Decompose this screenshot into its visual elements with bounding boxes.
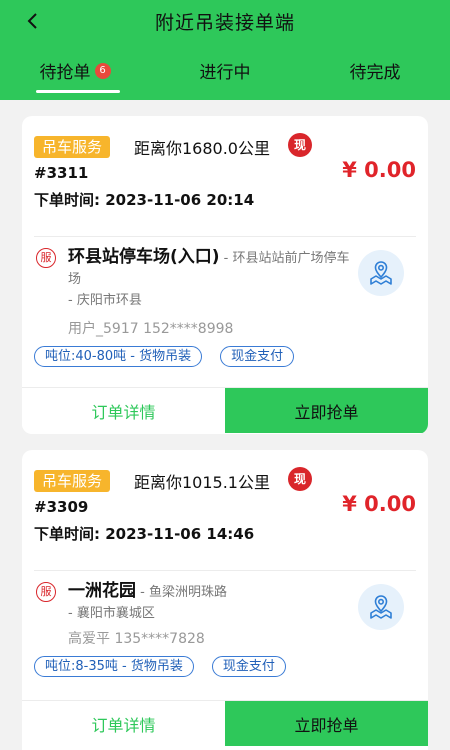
service-badge-icon: 服	[36, 248, 56, 268]
map-pin-icon	[370, 261, 392, 285]
cash-badge: 现	[288, 133, 312, 157]
tab-in-progress[interactable]: 进行中	[150, 52, 300, 96]
tonnage-chip: 吨位:40-80吨 - 货物吊装	[34, 346, 203, 367]
tab-label: 待抢单	[39, 63, 91, 83]
order-number: #3311	[34, 164, 89, 182]
order-card: 吊车服务 距离你1015.1公里 现 ¥ 0.00 #3309 下单时间: 20…	[22, 450, 428, 750]
address-main: 环县站停车场(入口)	[68, 247, 220, 267]
distance-text: 距离你1680.0公里	[134, 139, 270, 158]
tab-label: 待完成	[349, 63, 401, 83]
page-title: 附近吊装接单端	[154, 12, 295, 34]
count-badge: 6	[94, 63, 111, 79]
order-detail-button[interactable]: 订单详情	[22, 388, 225, 433]
order-tags: 吨位:40-80吨 - 货物吊装 现金支付	[34, 346, 295, 367]
order-time: 下单时间: 2023-11-06 20:14	[34, 191, 255, 209]
address-main: 一洲花园	[68, 581, 136, 601]
address-city: - 庆阳市环县	[68, 293, 142, 308]
service-tag: 吊车服务	[34, 136, 111, 158]
order-number: #3309	[34, 498, 89, 516]
app-header: 附近吊装接单端 待抢单 6 进行中 待完成	[0, 0, 450, 100]
order-time: 下单时间: 2023-11-06 14:46	[34, 525, 255, 543]
grab-order-button[interactable]: 立即抢单	[225, 388, 428, 433]
address-block: 环县站停车场(入口) - 环县站站前广场停车场 - 庆阳市环县	[68, 247, 358, 311]
grab-order-button[interactable]: 立即抢单	[225, 701, 428, 746]
divider	[34, 236, 416, 237]
order-actions: 订单详情 立即抢单	[22, 387, 428, 433]
map-pin-icon	[370, 595, 392, 619]
map-location-button[interactable]	[358, 584, 404, 630]
address-block: 一洲花园 - 鱼梁洲明珠路 - 襄阳市襄城区	[68, 581, 358, 624]
active-tab-indicator	[36, 90, 120, 93]
address-detail: - 鱼梁洲明珠路	[136, 585, 227, 600]
customer-info: 高爱平 135****7828	[68, 631, 205, 647]
order-detail-button[interactable]: 订单详情	[22, 701, 225, 746]
order-card: 吊车服务 距离你1680.0公里 现 ¥ 0.00 #3311 下单时间: 20…	[22, 116, 428, 434]
customer-info: 用户_5917 152****8998	[68, 321, 234, 337]
distance-text: 距离你1015.1公里	[134, 473, 270, 492]
payment-chip: 现金支付	[211, 656, 286, 677]
divider	[34, 570, 416, 571]
tonnage-chip: 吨位:8-35吨 - 货物吊装	[34, 656, 194, 677]
address-city: - 襄阳市襄城区	[68, 606, 155, 621]
map-location-button[interactable]	[358, 250, 404, 296]
order-actions: 订单详情 立即抢单	[22, 700, 428, 746]
cash-badge: 现	[288, 467, 312, 491]
order-price: ¥ 0.00	[342, 492, 416, 516]
service-tag: 吊车服务	[34, 470, 111, 492]
tab-to-complete[interactable]: 待完成	[300, 52, 450, 96]
order-price: ¥ 0.00	[342, 158, 416, 182]
tab-bar: 待抢单 6 进行中 待完成	[0, 52, 450, 96]
order-tags: 吨位:8-35吨 - 货物吊装 现金支付	[34, 656, 286, 677]
payment-chip: 现金支付	[220, 346, 295, 367]
tab-label: 进行中	[199, 63, 251, 83]
service-badge-icon: 服	[36, 582, 56, 602]
